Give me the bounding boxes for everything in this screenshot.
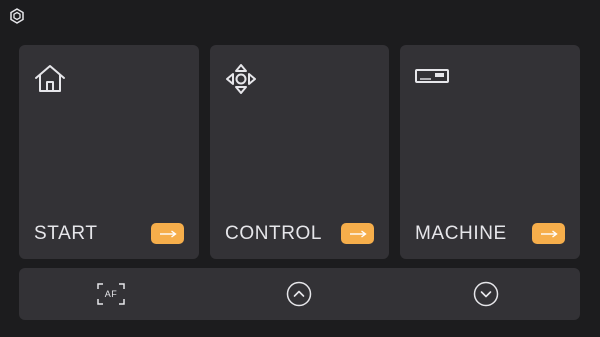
machine-display-icon <box>414 63 450 95</box>
main-cards: START CONTROL MACHINE <box>19 45 580 259</box>
screen: START CONTROL MACHINE AF <box>0 0 600 337</box>
hexagon-logo-icon <box>9 8 25 24</box>
start-arrow-button[interactable] <box>151 223 184 244</box>
scroll-down-button[interactable] <box>472 280 500 308</box>
start-label: START <box>34 223 98 244</box>
autofocus-label: AF <box>104 289 118 299</box>
arrow-right-icon <box>159 229 177 238</box>
autofocus-frame-icon: AF <box>97 283 125 305</box>
machine-label: MACHINE <box>415 223 507 244</box>
arrow-right-icon <box>540 229 558 238</box>
home-icon <box>33 63 69 95</box>
chevron-up-circle-icon <box>286 281 312 307</box>
machine-arrow-button[interactable] <box>532 223 565 244</box>
machine-card[interactable]: MACHINE <box>400 45 580 259</box>
bottom-toolbar: AF <box>19 268 580 320</box>
move-arrows-icon <box>224 63 260 95</box>
autofocus-button[interactable]: AF <box>97 280 125 308</box>
control-card[interactable]: CONTROL <box>210 45 389 259</box>
chevron-down-circle-icon <box>473 281 499 307</box>
arrow-right-icon <box>349 229 367 238</box>
start-card[interactable]: START <box>19 45 199 259</box>
control-arrow-button[interactable] <box>341 223 374 244</box>
scroll-up-button[interactable] <box>285 280 313 308</box>
control-label: CONTROL <box>225 223 323 244</box>
